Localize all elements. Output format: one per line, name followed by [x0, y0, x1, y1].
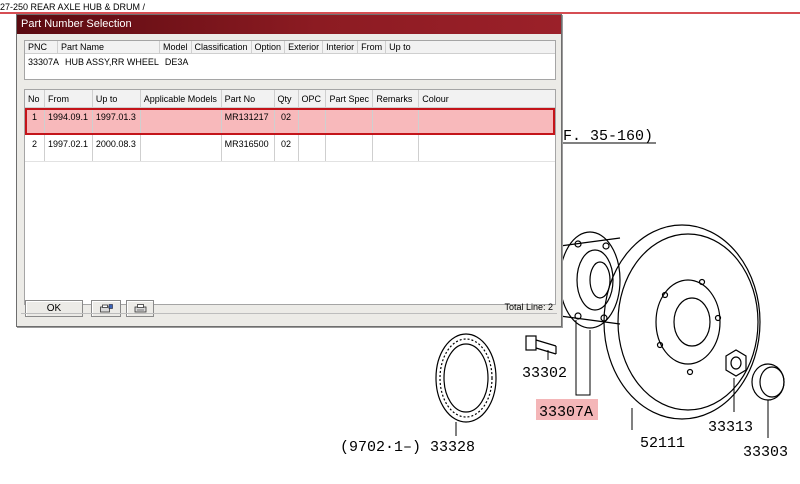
parts-grid: No From Up to Applicable Models Part No …	[24, 89, 556, 305]
col-from[interactable]: From	[45, 90, 93, 107]
cell-opc	[299, 135, 327, 161]
cell-part-spec	[326, 135, 374, 161]
cell-up-to: 2000.08.3	[93, 135, 141, 161]
cell-applicable-models	[141, 135, 222, 161]
header-values: 33307A HUB ASSY,RR WHEEL DE3A	[25, 54, 555, 70]
col-up-to[interactable]: Up to	[93, 90, 141, 107]
cell-qty: 02	[275, 135, 299, 161]
cell-part-no: MR131217	[222, 108, 275, 134]
part-number-selection-dialog: Part Number Selection PNC Part Name Mode…	[16, 14, 562, 327]
col-qty[interactable]: Qty	[275, 90, 299, 107]
hub-cap-drawing	[751, 363, 785, 401]
header-col-up-to: Up to	[389, 42, 411, 52]
dialog-title[interactable]: Part Number Selection	[17, 15, 561, 34]
header-value-model: DE3A	[164, 57, 189, 67]
cell-no: 1	[25, 108, 45, 134]
hub-nut-drawing	[725, 349, 747, 377]
table-row[interactable]: 2 1997.02.1 2000.08.3 MR316500 02	[25, 135, 555, 162]
part-label-33303: 33303	[743, 444, 788, 461]
col-part-no[interactable]: Part No	[222, 90, 275, 107]
part-label-33302: 33302	[522, 365, 567, 382]
col-opc[interactable]: OPC	[299, 90, 327, 107]
part-label-33307A[interactable]: 33307A	[539, 404, 593, 421]
status-bar	[21, 313, 557, 323]
header-col-from: From	[358, 41, 387, 53]
cell-qty: 02	[275, 108, 299, 134]
header-col-model: Model	[160, 41, 192, 53]
sensor-ring-drawing	[435, 333, 497, 423]
printer-icon	[134, 304, 146, 313]
cell-remarks	[373, 108, 420, 134]
col-remarks[interactable]: Remarks	[373, 90, 420, 107]
header-info-table: PNC Part Name Model Classification Optio…	[24, 40, 556, 80]
header-col-pnc: PNC	[25, 41, 58, 53]
brake-drum-drawing	[603, 224, 761, 420]
col-part-spec[interactable]: Part Spec	[326, 90, 374, 107]
header-value-pnc: 33307A	[28, 57, 60, 67]
part-label-52111: 52111	[640, 435, 685, 452]
table-row-selected[interactable]: 1 1994.09.1 1997.01.3 MR131217 02	[25, 108, 555, 135]
header-value-part-name: HUB ASSY,RR WHEEL	[65, 57, 159, 67]
col-colour[interactable]: Colour	[419, 90, 555, 107]
cell-part-no: MR316500	[222, 135, 275, 161]
reference-label: F. 35-160)	[563, 128, 653, 145]
header-col-classification: Classification	[192, 41, 252, 53]
print-preview-icon	[99, 304, 113, 313]
header-col-option: Option	[252, 41, 286, 53]
header-columns: PNC Part Name Model Classification Optio…	[25, 41, 555, 54]
grid-header: No From Up to Applicable Models Part No …	[25, 90, 555, 108]
diagram-caption: 27-250 REAR AXLE HUB & DRUM /	[0, 2, 146, 12]
header-col-part-name: Part Name	[58, 41, 160, 53]
cell-colour	[419, 135, 555, 161]
header-col-interior: Interior	[323, 41, 359, 53]
cell-from: 1994.09.1	[45, 108, 93, 134]
part-label-33328: (9702·1–) 33328	[340, 439, 475, 456]
hub-assembly-drawing	[559, 231, 621, 329]
part-label-33313: 33313	[708, 419, 753, 436]
cell-no: 2	[25, 135, 45, 161]
hub-bolt-drawing	[525, 335, 557, 355]
cell-part-spec	[326, 108, 374, 134]
cell-applicable-models	[141, 108, 222, 134]
col-no[interactable]: No	[25, 90, 45, 107]
col-applicable-models[interactable]: Applicable Models	[141, 90, 222, 107]
header-col-exterior: Exterior	[285, 41, 324, 53]
cell-remarks	[373, 135, 420, 161]
cell-colour	[419, 108, 555, 134]
cell-opc	[299, 108, 327, 134]
cell-up-to: 1997.01.3	[93, 108, 141, 134]
cell-from: 1997.02.1	[45, 135, 93, 161]
